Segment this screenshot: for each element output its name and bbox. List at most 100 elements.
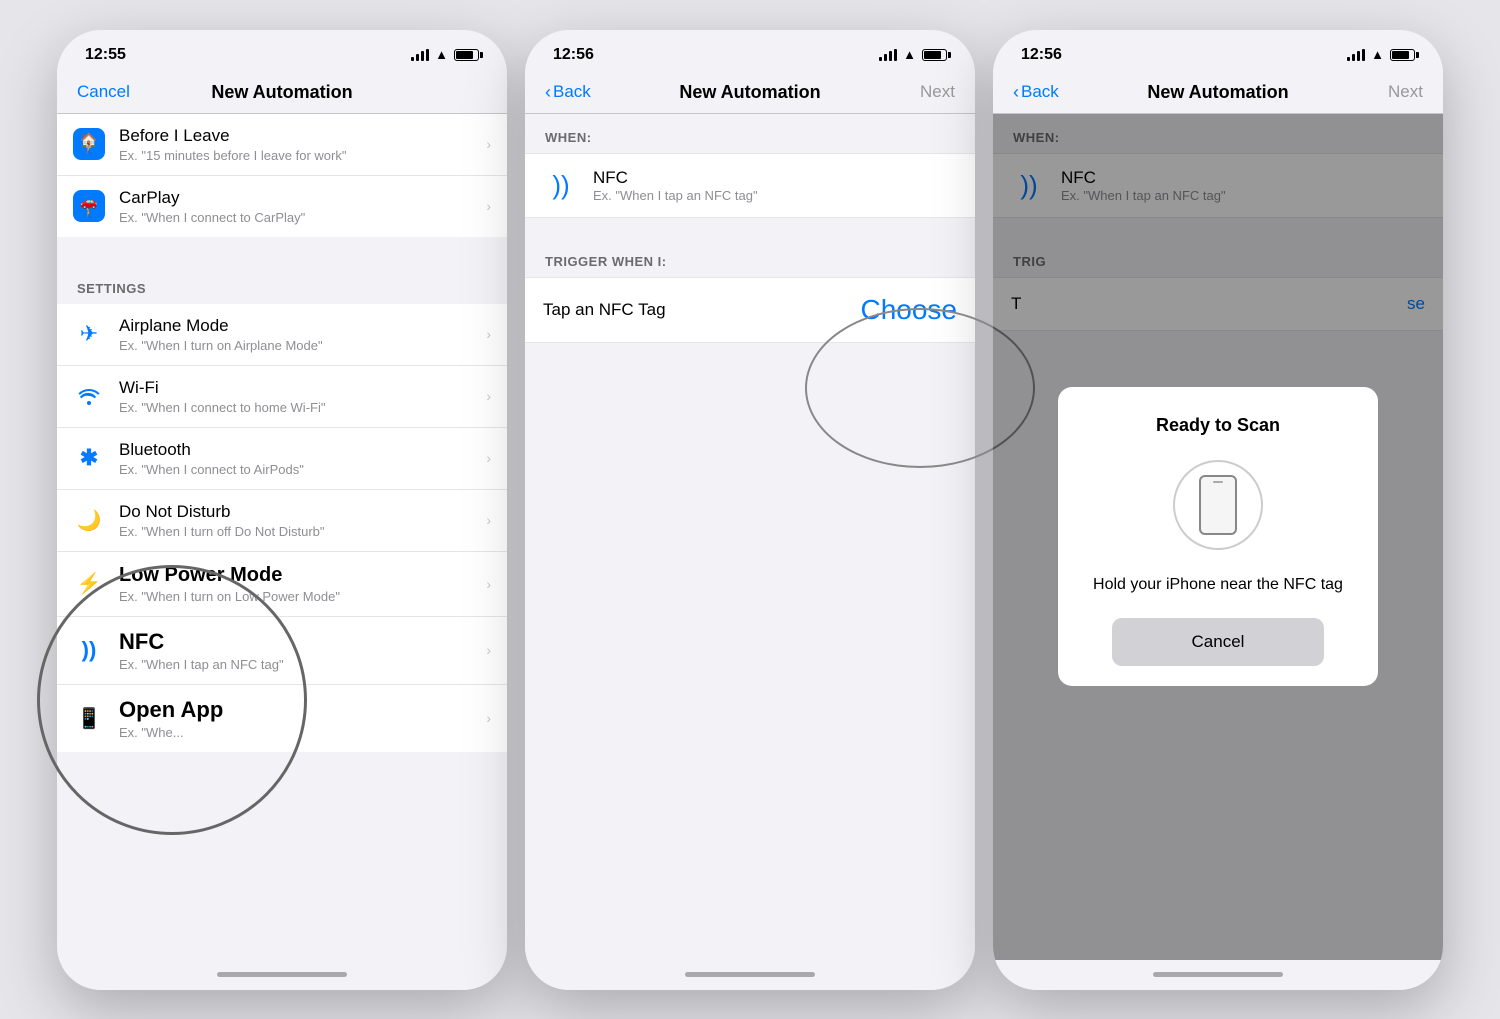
chevron-icon-7: › [486,576,491,592]
nfc-text-1: NFC Ex. "When I tap an NFC tag" [119,629,486,672]
home-indicator-2 [525,960,975,990]
signal-icon-2 [879,49,897,61]
phone1: 12:55 ▲ Cancel New Automation [57,30,507,990]
lowpower-title: Low Power Mode [119,564,486,587]
nfc-title-2: NFC [593,168,758,188]
lowpower-icon: ⚡ [73,568,105,600]
phone3-wrapper: 12:56 ▲ ‹ Back New Automation [993,30,1443,990]
status-icons-1: ▲ [411,47,479,62]
bluetooth-subtitle: Ex. "When I connect to AirPods" [119,462,486,477]
chevron-icon-3: › [486,326,491,342]
back-button-3[interactable]: ‹ Back [1013,82,1073,103]
status-bar-3: 12:56 ▲ [993,30,1443,74]
chevron-icon: › [486,136,491,152]
cancel-button[interactable]: Cancel [77,82,137,102]
time-1: 12:55 [85,46,126,64]
signal-icon [411,49,429,61]
settings-header: SETTINGS [57,261,507,304]
nfc-icon-2: )) [543,170,579,201]
battery-icon-3 [1390,49,1415,61]
list-item-carplay[interactable]: 🚗 🚶 CarPlay Ex. "When I connect to CarPl… [57,176,507,237]
screen1-content: 🏠 🚶 Before I Leave Ex. "15 minutes befor… [57,114,507,960]
nav-bar-1: Cancel New Automation [57,74,507,114]
list-item-before-i-leave[interactable]: 🏠 🚶 Before I Leave Ex. "15 minutes befor… [57,114,507,176]
modal-cancel-button[interactable]: Cancel [1112,618,1325,666]
list-item-lowpower[interactable]: ⚡ Low Power Mode Ex. "When I turn on Low… [57,552,507,617]
modal-overlay: Ready to Scan Hold your iPhone near the … [993,114,1443,960]
modal-description: Hold your iPhone near the NFC tag [1082,574,1354,596]
settings-list: ✈ Airplane Mode Ex. "When I turn on Airp… [57,304,507,752]
wifi-icon-2: ▲ [903,47,916,62]
battery-icon-2 [922,49,947,61]
phone-graphic [1173,460,1263,550]
back-label-2: Back [553,82,591,102]
bluetooth-text: Bluetooth Ex. "When I connect to AirPods… [119,440,486,477]
home-indicator-1 [57,960,507,990]
airplane-icon: ✈ [73,318,105,350]
list-item-bluetooth[interactable]: ✱ Bluetooth Ex. "When I connect to AirPo… [57,428,507,490]
dnd-title: Do Not Disturb [119,502,486,522]
airplane-text: Airplane Mode Ex. "When I turn on Airpla… [119,316,486,353]
scan-circle [1173,460,1263,550]
next-button-2: Next [895,82,955,102]
signal-icon-3 [1347,49,1365,61]
nfc-list-icon: )) [73,634,105,666]
carplay-title: CarPlay [119,188,486,208]
nfc-subtitle-2: Ex. "When I tap an NFC tag" [593,188,758,203]
wifi-subtitle: Ex. "When I connect to home Wi-Fi" [119,400,486,415]
phone3: 12:56 ▲ ‹ Back New Automation [993,30,1443,990]
nfc-text-2: NFC Ex. "When I tap an NFC tag" [593,168,758,203]
before-leave-text: Before I Leave Ex. "15 minutes before I … [119,126,486,163]
list-item-nfc[interactable]: )) NFC Ex. "When I tap an NFC tag" › [57,617,507,685]
choose-button[interactable]: Choose [860,294,957,326]
list-item-dnd[interactable]: 🌙 Do Not Disturb Ex. "When I turn off Do… [57,490,507,552]
top-items-group: 🏠 🚶 Before I Leave Ex. "15 minutes befor… [57,114,507,237]
ready-to-scan-modal: Ready to Scan Hold your iPhone near the … [1058,387,1378,686]
phone2: 12:56 ▲ ‹ Back New Automation [525,30,975,990]
time-3: 12:56 [1021,46,1062,64]
time-2: 12:56 [553,46,594,64]
wifi-icon-3: ▲ [1371,47,1384,62]
openapp-icon: 📱 [73,702,105,734]
nfc-title-1: NFC [119,629,486,655]
phone2-wrapper: 12:56 ▲ ‹ Back New Automation [525,30,975,990]
bluetooth-title: Bluetooth [119,440,486,460]
wifi-text: Wi-Fi Ex. "When I connect to home Wi-Fi" [119,378,486,415]
battery-icon [454,49,479,61]
chevron-icon-6: › [486,512,491,528]
openapp-text: Open App Ex. "Whe... [119,697,486,740]
chevron-left-icon-3: ‹ [1013,82,1019,103]
list-item-airplane[interactable]: ✈ Airplane Mode Ex. "When I turn on Airp… [57,304,507,366]
dnd-text: Do Not Disturb Ex. "When I turn off Do N… [119,502,486,539]
trigger-label-2: TRIGGER WHEN I: [525,238,975,277]
wifi-title: Wi-Fi [119,378,486,398]
screen2-content: WHEN: )) NFC Ex. "When I tap an NFC tag"… [525,114,975,960]
next-button-3: Next [1363,82,1423,102]
dnd-subtitle: Ex. "When I turn off Do Not Disturb" [119,524,486,539]
modal-title: Ready to Scan [1082,415,1354,436]
bluetooth-icon: ✱ [73,442,105,474]
dnd-icon: 🌙 [73,504,105,536]
carplay-text: CarPlay Ex. "When I connect to CarPlay" [119,188,486,225]
carplay-icon: 🚗 🚶 [73,190,105,222]
nfc-subtitle-1: Ex. "When I tap an NFC tag" [119,657,486,672]
back-button-2[interactable]: ‹ Back [545,82,605,103]
home-indicator-3 [993,960,1443,990]
chevron-icon-5: › [486,450,491,466]
chevron-icon-9: › [486,710,491,726]
nav-bar-2: ‹ Back New Automation Next [525,74,975,114]
airplane-subtitle: Ex. "When I turn on Airplane Mode" [119,338,486,353]
when-label-2: WHEN: [525,114,975,153]
airplane-title: Airplane Mode [119,316,486,336]
nav-title-1: New Automation [137,82,427,103]
trigger-text-2: Tap an NFC Tag [543,300,860,320]
status-icons-2: ▲ [879,47,947,62]
nav-bar-3: ‹ Back New Automation Next [993,74,1443,114]
trigger-row-2: Tap an NFC Tag Choose [525,277,975,343]
wifi-icon: ▲ [435,47,448,62]
list-item-openapp[interactable]: 📱 Open App Ex. "Whe... › [57,685,507,752]
chevron-icon-2: › [486,198,491,214]
list-item-wifi[interactable]: Wi-Fi Ex. "When I connect to home Wi-Fi"… [57,366,507,428]
chevron-icon-4: › [486,388,491,404]
before-leave-subtitle: Ex. "15 minutes before I leave for work" [119,148,486,163]
